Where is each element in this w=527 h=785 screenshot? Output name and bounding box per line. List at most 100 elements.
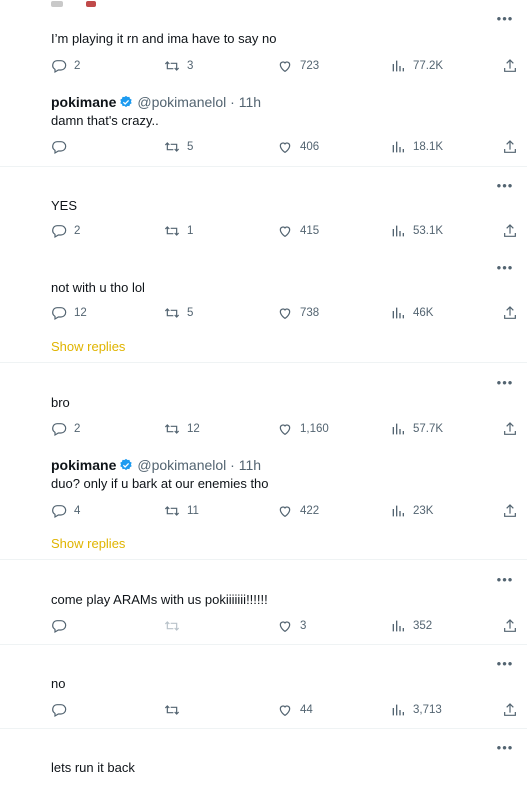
divider xyxy=(0,362,527,363)
like-count: 738 xyxy=(300,307,320,319)
views-button[interactable]: 352 xyxy=(390,617,432,635)
retweet-count: 12 xyxy=(187,423,200,435)
reply-icon xyxy=(52,704,67,718)
divider xyxy=(0,559,527,560)
views-button[interactable]: 46K xyxy=(390,304,433,322)
like-button[interactable]: 1,160 xyxy=(277,420,329,438)
more-options-button[interactable]: ••• xyxy=(495,376,515,394)
tweet-text: bro xyxy=(51,395,70,410)
show-replies-link[interactable]: Show replies xyxy=(51,339,125,354)
views-button[interactable]: 53.1K xyxy=(390,222,443,240)
tweet[interactable]: ••• lets run it back xyxy=(0,729,527,785)
tweet[interactable]: pokimane @pokimanelol · 11h duo? only if … xyxy=(0,446,527,558)
tweet-actions: 2 12 1,160 57.7K xyxy=(0,420,527,438)
like-button[interactable]: 406 xyxy=(277,138,319,156)
retweet-button[interactable]: 5 xyxy=(164,304,193,322)
views-button[interactable]: 23K xyxy=(390,502,433,520)
retweet-button[interactable]: 1 xyxy=(164,222,193,240)
tweet-text: lets run it back xyxy=(51,760,135,775)
views-button[interactable]: 57.7K xyxy=(390,420,443,438)
tweet[interactable]: ••• YES 2 1 415 53.1K xyxy=(0,167,527,247)
reply-count: 12 xyxy=(74,307,87,319)
retweet-button[interactable]: 5 xyxy=(164,138,193,156)
share-button[interactable] xyxy=(502,138,518,156)
share-button[interactable] xyxy=(502,57,518,75)
like-button[interactable]: 738 xyxy=(277,304,319,322)
retweet-button[interactable]: 11 xyxy=(164,502,199,520)
reply-count: 2 xyxy=(74,423,81,435)
share-icon xyxy=(504,422,516,435)
share-button[interactable] xyxy=(502,617,518,635)
reply-button[interactable]: 4 xyxy=(51,502,80,520)
tweet[interactable]: ••• bro 2 12 1,160 57.7K xyxy=(0,364,527,444)
tweet[interactable]: ••• no 44 3,713 xyxy=(0,645,527,727)
share-icon xyxy=(504,59,516,72)
more-options-button[interactable]: ••• xyxy=(495,12,515,30)
share-button[interactable] xyxy=(502,420,518,438)
heart-icon xyxy=(279,506,291,518)
reply-button[interactable] xyxy=(51,617,74,635)
tweet-header: pokimane @pokimanelol · 11h xyxy=(51,457,261,473)
reply-button[interactable]: 2 xyxy=(51,57,80,75)
like-button[interactable]: 723 xyxy=(277,57,319,75)
like-button[interactable]: 415 xyxy=(277,222,319,240)
like-button[interactable]: 44 xyxy=(277,701,313,719)
author-handle[interactable]: @pokimanelol · 11h xyxy=(137,94,261,110)
views-count: 3,713 xyxy=(413,704,442,716)
partial-header xyxy=(51,0,97,10)
author-name[interactable]: pokimane xyxy=(51,457,116,473)
views-icon xyxy=(392,505,404,517)
share-icon xyxy=(504,140,516,153)
like-button[interactable]: 422 xyxy=(277,502,319,520)
views-button[interactable]: 18.1K xyxy=(390,138,443,156)
more-options-button[interactable]: ••• xyxy=(495,657,515,675)
heart-icon xyxy=(279,705,291,717)
retweet-button[interactable] xyxy=(164,617,187,635)
more-options-button[interactable]: ••• xyxy=(495,261,515,279)
share-button[interactable] xyxy=(502,222,518,240)
reply-button[interactable]: 12 xyxy=(51,304,87,322)
reply-icon xyxy=(52,141,67,155)
retweet-button[interactable] xyxy=(164,701,187,719)
views-icon xyxy=(392,704,404,716)
more-options-button[interactable]: ••• xyxy=(495,573,515,591)
tweet[interactable]: pokimane @pokimanelol · 11h damn that's c… xyxy=(0,86,527,166)
reply-button[interactable]: 2 xyxy=(51,420,80,438)
views-icon xyxy=(392,423,404,435)
views-button[interactable]: 77.2K xyxy=(390,57,443,75)
like-button[interactable]: 3 xyxy=(277,617,306,635)
retweet-icon xyxy=(164,424,180,434)
reply-button[interactable] xyxy=(51,701,74,719)
views-icon xyxy=(392,60,404,72)
tweet[interactable]: ••• come play ARAMs with us pokiiiiiii!!… xyxy=(0,561,527,643)
tweet[interactable]: ••• not with u tho lol 12 5 738 46K Show… xyxy=(0,249,527,361)
reply-icon xyxy=(52,505,67,519)
retweet-count: 5 xyxy=(187,307,194,319)
tweet-actions: 12 5 738 46K xyxy=(0,304,527,322)
more-options-button[interactable]: ••• xyxy=(495,179,515,197)
retweet-icon xyxy=(164,506,180,516)
retweet-count: 3 xyxy=(187,60,194,72)
show-replies-link[interactable]: Show replies xyxy=(51,536,125,551)
share-button[interactable] xyxy=(502,701,518,719)
views-count: 46K xyxy=(413,307,434,319)
share-button[interactable] xyxy=(502,304,518,322)
reply-button[interactable] xyxy=(51,138,74,156)
retweet-icon xyxy=(164,621,180,631)
reply-icon xyxy=(52,620,67,634)
retweet-button[interactable]: 12 xyxy=(164,420,200,438)
share-button[interactable] xyxy=(502,502,518,520)
tweet-text: no xyxy=(51,676,66,691)
retweet-button[interactable]: 3 xyxy=(164,57,193,75)
reply-button[interactable]: 2 xyxy=(51,222,80,240)
tweet-actions: 4 11 422 23K xyxy=(0,502,527,520)
views-icon xyxy=(392,307,404,319)
views-button[interactable]: 3,713 xyxy=(390,701,442,719)
heart-icon xyxy=(279,308,291,320)
tweet-actions: 5 406 18.1K xyxy=(0,138,527,156)
author-handle[interactable]: @pokimanelol · 11h xyxy=(137,457,261,473)
more-options-button[interactable]: ••• xyxy=(495,741,515,759)
tweet[interactable]: ••• I’m playing it rn and ima have to sa… xyxy=(0,0,527,86)
author-name[interactable]: pokimane xyxy=(51,94,116,110)
retweet-icon xyxy=(164,308,180,318)
